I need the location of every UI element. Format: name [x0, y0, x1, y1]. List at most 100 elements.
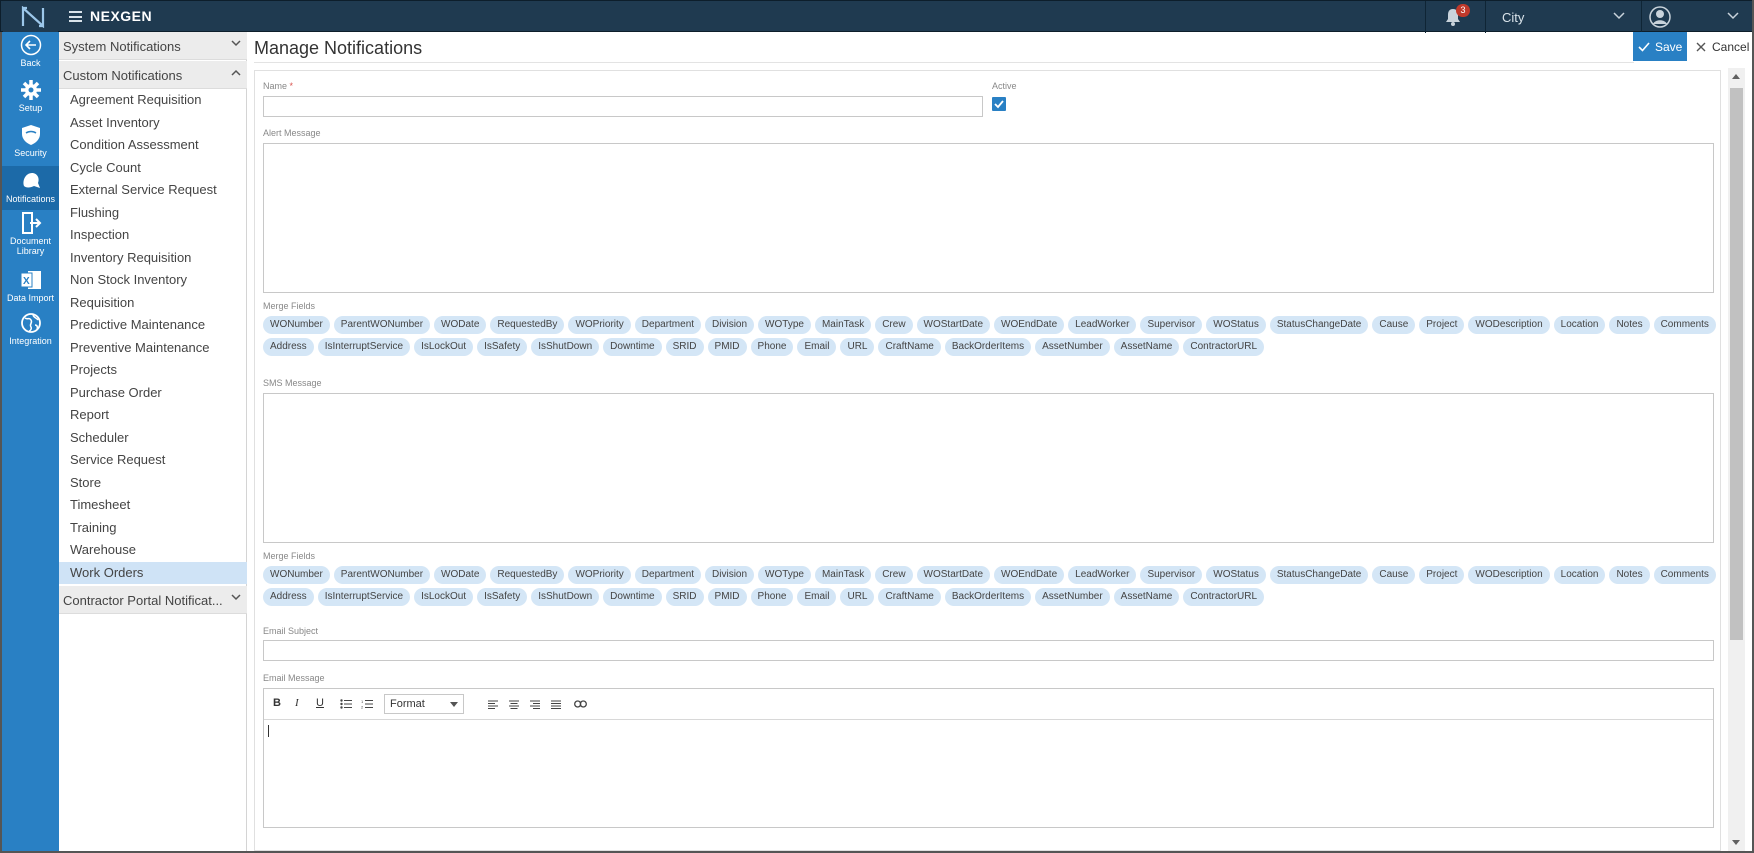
tree-item[interactable]: Cycle Count — [59, 157, 247, 179]
underline-button[interactable]: U — [316, 697, 324, 709]
cancel-button[interactable]: Cancel — [1692, 32, 1754, 61]
rail-data-import[interactable]: X Data Import — [2, 269, 59, 309]
merge-field-chip[interactable]: Notes — [1609, 566, 1650, 584]
merge-field-chip[interactable]: Cause — [1372, 566, 1416, 584]
rail-back[interactable]: Back — [2, 34, 59, 74]
merge-field-chip[interactable]: BackOrderItems — [944, 588, 1032, 606]
merge-field-chip[interactable]: MainTask — [814, 566, 872, 584]
align-right-icon[interactable] — [530, 700, 540, 709]
merge-field-chip[interactable]: Address — [263, 338, 314, 356]
merge-field-chip[interactable]: WODate — [434, 316, 487, 334]
merge-field-chip[interactable]: Cause — [1372, 316, 1416, 334]
tree-item[interactable]: Purchase Order — [59, 382, 247, 404]
merge-field-chip[interactable]: IsSafety — [477, 338, 528, 356]
merge-field-chip[interactable]: Address — [263, 588, 314, 606]
site-selector[interactable]: City — [1502, 10, 1524, 25]
bullet-list-icon[interactable] — [340, 699, 352, 709]
merge-field-chip[interactable]: ParentWONumber — [333, 566, 431, 584]
merge-field-chip[interactable]: Phone — [750, 588, 794, 606]
merge-field-chip[interactable]: WOType — [758, 566, 811, 584]
merge-field-chip[interactable]: Project — [1419, 316, 1465, 334]
merge-field-chip[interactable]: IsSafety — [477, 588, 528, 606]
email-subject-input[interactable] — [263, 640, 1714, 661]
merge-field-chip[interactable]: Department — [634, 566, 702, 584]
merge-field-chip[interactable]: CraftName — [878, 338, 941, 356]
merge-field-chip[interactable]: Email — [797, 338, 837, 356]
link-icon[interactable] — [574, 700, 587, 708]
merge-field-chip[interactable]: WOStatus — [1206, 566, 1266, 584]
merge-field-chip[interactable]: AssetNumber — [1035, 588, 1110, 606]
merge-field-chip[interactable]: WOEndDate — [994, 566, 1065, 584]
merge-field-chip[interactable]: WODescription — [1468, 566, 1550, 584]
merge-field-chip[interactable]: Supervisor — [1140, 566, 1203, 584]
merge-field-chip[interactable]: SRID — [665, 338, 704, 356]
scroll-down-icon[interactable] — [1732, 840, 1740, 845]
merge-field-chip[interactable]: AssetName — [1113, 588, 1180, 606]
merge-field-chip[interactable]: PMID — [707, 588, 747, 606]
tree-item[interactable]: Warehouse — [59, 539, 247, 561]
merge-field-chip[interactable]: Email — [797, 588, 837, 606]
merge-field-chip[interactable]: IsLockOut — [414, 338, 474, 356]
merge-field-chip[interactable]: Comments — [1653, 316, 1716, 334]
merge-field-chip[interactable]: Downtime — [603, 338, 662, 356]
alert-message-textarea[interactable] — [263, 143, 1714, 293]
tree-item[interactable]: Inventory Requisition — [59, 247, 247, 269]
merge-field-chip[interactable]: LeadWorker — [1068, 316, 1137, 334]
vertical-scrollbar[interactable] — [1728, 68, 1745, 851]
merge-field-chip[interactable]: WOStartDate — [916, 316, 991, 334]
merge-field-chip[interactable]: IsInterruptService — [317, 338, 411, 356]
user-avatar-icon[interactable] — [1649, 6, 1671, 28]
numbered-list-icon[interactable]: 1 2 — [361, 699, 373, 709]
merge-field-chip[interactable]: URL — [840, 338, 875, 356]
merge-field-chip[interactable]: IsInterruptService — [317, 588, 411, 606]
merge-field-chip[interactable]: Crew — [875, 566, 913, 584]
tree-item[interactable]: Scheduler — [59, 427, 247, 449]
tree-item[interactable]: Non Stock Inventory — [59, 269, 247, 291]
merge-field-chip[interactable]: RequestedBy — [490, 316, 565, 334]
merge-field-chip[interactable]: WOPriority — [568, 566, 631, 584]
tree-item[interactable]: Work Orders — [59, 561, 247, 584]
merge-field-chip[interactable]: WONumber — [263, 566, 330, 584]
merge-field-chip[interactable]: Phone — [750, 338, 794, 356]
merge-field-chip[interactable]: WOStartDate — [916, 566, 991, 584]
merge-field-chip[interactable]: PMID — [707, 338, 747, 356]
scroll-up-icon[interactable] — [1732, 74, 1740, 79]
rail-security[interactable]: Security — [2, 124, 59, 164]
merge-field-chip[interactable]: Location — [1553, 566, 1606, 584]
rail-integration[interactable]: Integration — [2, 312, 59, 352]
align-center-icon[interactable] — [509, 700, 519, 709]
format-select[interactable]: Format — [384, 694, 464, 714]
merge-field-chip[interactable]: SRID — [665, 588, 704, 606]
rail-document-library[interactable]: Document Library — [2, 212, 59, 262]
merge-field-chip[interactable]: WOType — [758, 316, 811, 334]
merge-field-chip[interactable]: RequestedBy — [490, 566, 565, 584]
merge-field-chip[interactable]: IsShutDown — [531, 338, 600, 356]
merge-field-chip[interactable]: BackOrderItems — [944, 338, 1032, 356]
chevron-down-icon[interactable] — [1727, 12, 1739, 20]
align-left-icon[interactable] — [488, 700, 498, 709]
tree-item[interactable]: Inspection — [59, 224, 247, 246]
merge-field-chip[interactable]: ParentWONumber — [333, 316, 431, 334]
merge-field-chip[interactable]: CraftName — [878, 588, 941, 606]
save-button[interactable]: Save — [1633, 32, 1687, 61]
merge-field-chip[interactable]: LeadWorker — [1068, 566, 1137, 584]
tree-item[interactable]: Predictive Maintenance — [59, 314, 247, 336]
tree-item[interactable]: Service Request — [59, 449, 247, 471]
group-contractor-portal[interactable]: Contractor Portal Notificat... — [59, 586, 247, 614]
scrollbar-thumb[interactable] — [1730, 88, 1743, 640]
merge-field-chip[interactable]: AssetNumber — [1035, 338, 1110, 356]
merge-field-chip[interactable]: WOPriority — [568, 316, 631, 334]
merge-field-chip[interactable]: Notes — [1609, 316, 1650, 334]
merge-field-chip[interactable]: Project — [1419, 566, 1465, 584]
rail-setup[interactable]: Setup — [2, 79, 59, 119]
merge-field-chip[interactable]: Comments — [1653, 566, 1716, 584]
merge-field-chip[interactable]: Department — [634, 316, 702, 334]
merge-field-chip[interactable]: WODescription — [1468, 316, 1550, 334]
group-system-notifications[interactable]: System Notifications — [59, 32, 247, 60]
merge-field-chip[interactable]: StatusChangeDate — [1269, 566, 1369, 584]
merge-field-chip[interactable]: Location — [1553, 316, 1606, 334]
merge-field-chip[interactable]: Downtime — [603, 588, 662, 606]
merge-field-chip[interactable]: IsShutDown — [531, 588, 600, 606]
tree-item[interactable]: Projects — [59, 359, 247, 381]
name-input[interactable] — [263, 96, 983, 117]
